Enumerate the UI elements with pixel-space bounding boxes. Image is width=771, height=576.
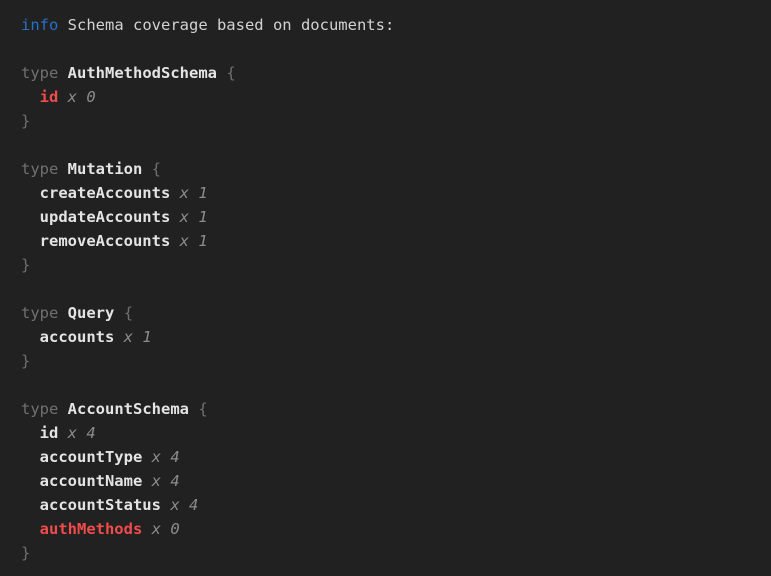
field-list: id x 0 bbox=[21, 85, 763, 109]
field-usage-count: x 1 bbox=[180, 232, 208, 250]
field-usage-count: x 4 bbox=[152, 472, 180, 490]
field-usage-count: x 4 bbox=[170, 496, 198, 514]
field-list: id x 4 accountType x 4 accountName x 4 a… bbox=[21, 421, 763, 541]
field-name: id bbox=[40, 424, 59, 442]
close-brace: } bbox=[21, 541, 763, 565]
field-name: accounts bbox=[40, 328, 115, 346]
open-brace: { bbox=[198, 400, 207, 418]
type-name: Mutation bbox=[68, 160, 143, 178]
type-block: type Query { accounts x 1 } bbox=[21, 301, 763, 373]
field-name: id bbox=[40, 88, 59, 106]
field-line: updateAccounts x 1 bbox=[21, 205, 763, 229]
open-brace: { bbox=[226, 64, 235, 82]
field-line: accounts x 1 bbox=[21, 325, 763, 349]
field-line: createAccounts x 1 bbox=[21, 181, 763, 205]
field-list: createAccounts x 1 updateAccounts x 1 re… bbox=[21, 181, 763, 253]
field-name: updateAccounts bbox=[40, 208, 171, 226]
type-block: type AuthMethodSchema { id x 0 } bbox=[21, 61, 763, 133]
type-declaration-line: type AuthMethodSchema { bbox=[21, 61, 763, 85]
type-block: type Mutation { createAccounts x 1 updat… bbox=[21, 157, 763, 277]
type-name: AccountSchema bbox=[68, 400, 189, 418]
open-brace: { bbox=[152, 160, 161, 178]
open-brace: { bbox=[124, 304, 133, 322]
type-name: AuthMethodSchema bbox=[68, 64, 217, 82]
field-name: accountName bbox=[40, 472, 143, 490]
coverage-report: info Schema coverage based on documents:… bbox=[21, 13, 763, 565]
close-brace: } bbox=[21, 253, 763, 277]
type-keyword: type bbox=[21, 304, 58, 322]
field-usage-count: x 1 bbox=[124, 328, 152, 346]
type-keyword: type bbox=[21, 64, 58, 82]
type-declaration-line: type AccountSchema { bbox=[21, 397, 763, 421]
field-usage-count: x 1 bbox=[180, 184, 208, 202]
type-keyword: type bbox=[21, 160, 58, 178]
type-declaration-line: type Mutation { bbox=[21, 157, 763, 181]
type-block: type AccountSchema { id x 4 accountType … bbox=[21, 397, 763, 565]
field-line: id x 0 bbox=[21, 85, 763, 109]
type-name: Query bbox=[68, 304, 115, 322]
type-keyword: type bbox=[21, 400, 58, 418]
field-line: accountStatus x 4 bbox=[21, 493, 763, 517]
field-line: removeAccounts x 1 bbox=[21, 229, 763, 253]
log-level-info: info bbox=[21, 16, 58, 34]
type-blocks: type AuthMethodSchema { id x 0 } type Mu… bbox=[21, 61, 763, 565]
field-name: authMethods bbox=[40, 520, 143, 538]
field-name: removeAccounts bbox=[40, 232, 171, 250]
field-usage-count: x 4 bbox=[68, 424, 96, 442]
field-line: authMethods x 0 bbox=[21, 517, 763, 541]
type-declaration-line: type Query { bbox=[21, 301, 763, 325]
field-line: accountName x 4 bbox=[21, 469, 763, 493]
field-usage-count: x 0 bbox=[68, 88, 96, 106]
field-usage-count: x 1 bbox=[180, 208, 208, 226]
close-brace: } bbox=[21, 109, 763, 133]
field-line: id x 4 bbox=[21, 421, 763, 445]
field-line: accountType x 4 bbox=[21, 445, 763, 469]
field-name: accountType bbox=[40, 448, 143, 466]
close-brace: } bbox=[21, 349, 763, 373]
log-message: Schema coverage based on documents: bbox=[68, 16, 395, 34]
field-usage-count: x 4 bbox=[152, 448, 180, 466]
field-usage-count: x 0 bbox=[152, 520, 180, 538]
field-list: accounts x 1 bbox=[21, 325, 763, 349]
field-name: accountStatus bbox=[40, 496, 161, 514]
field-name: createAccounts bbox=[40, 184, 171, 202]
log-line: info Schema coverage based on documents: bbox=[21, 13, 763, 37]
